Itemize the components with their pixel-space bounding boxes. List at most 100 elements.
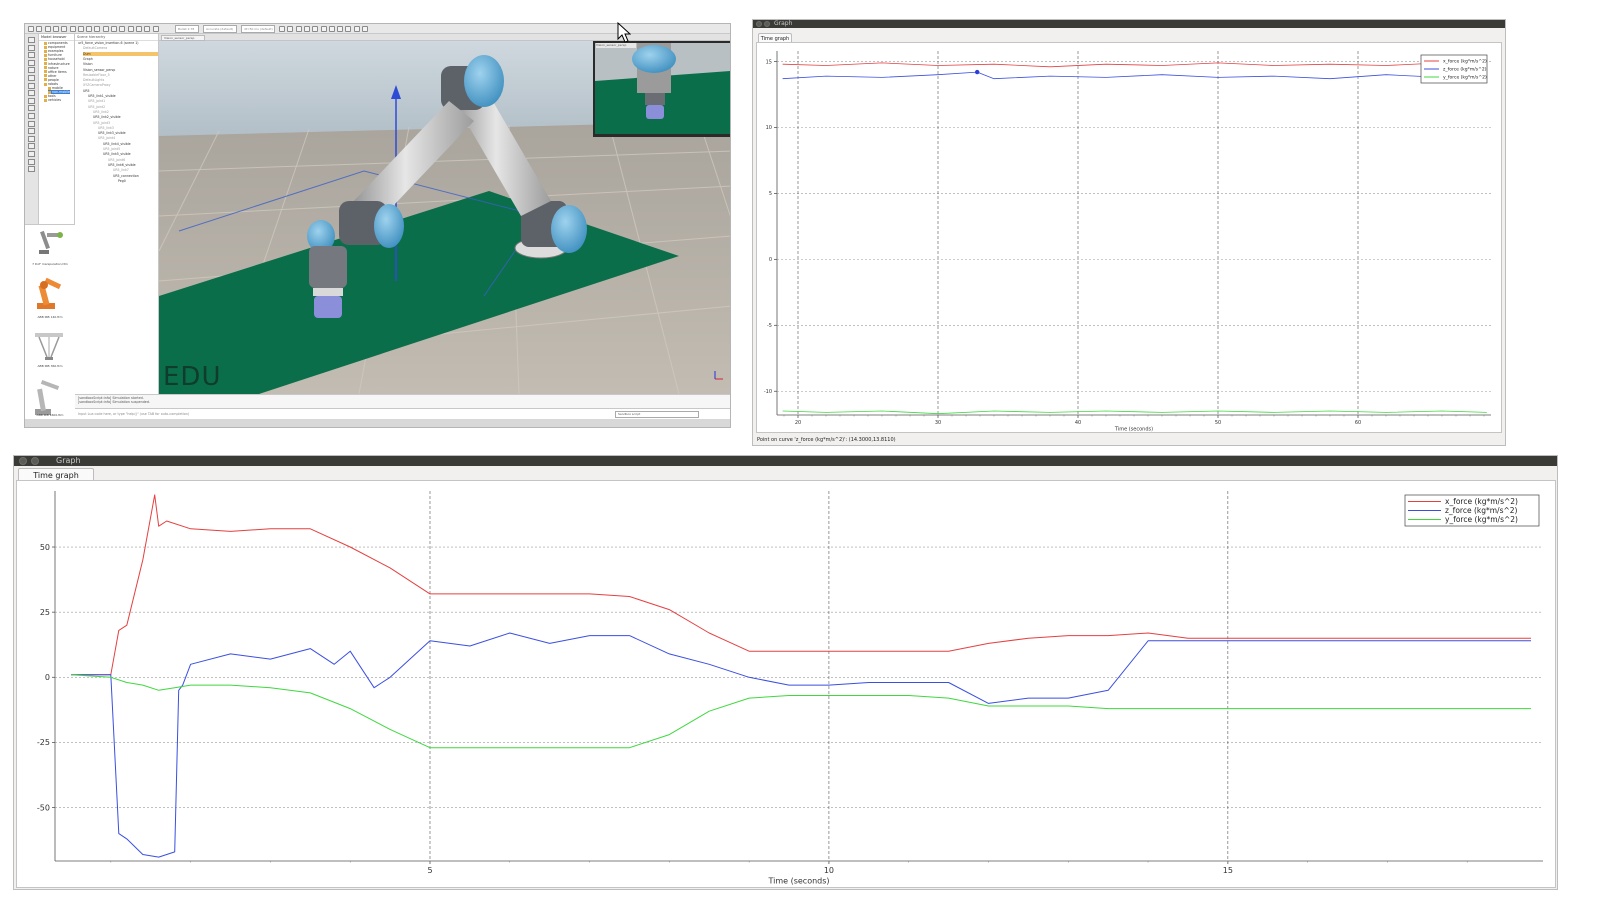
side-toolbar-button[interactable] — [28, 135, 35, 142]
side-toolbar-button[interactable] — [28, 75, 35, 81]
x-tick-label: 10 — [824, 866, 834, 875]
side-toolbar-button[interactable] — [28, 97, 35, 104]
toolbar-button[interactable] — [362, 26, 368, 32]
x-tick-label: 30 — [935, 420, 941, 426]
toolbar-button[interactable] — [77, 26, 84, 32]
toolbar-button[interactable] — [353, 26, 360, 32]
minimize-icon[interactable] — [31, 457, 39, 465]
toolbar-button[interactable] — [111, 26, 117, 32]
scene-object-item[interactable]: UR5_joint3 — [93, 121, 110, 125]
floating-vision-view — [593, 41, 730, 137]
side-toolbar-button[interactable] — [28, 143, 35, 150]
scene-object-item[interactable]: XYZCameraProxy — [83, 83, 111, 87]
scene-object-item[interactable]: Graph — [83, 57, 93, 61]
side-toolbar-button[interactable] — [28, 59, 35, 66]
side-toolbar-button[interactable] — [28, 120, 35, 127]
side-toolbar-button[interactable] — [28, 67, 35, 74]
toolbar-button[interactable] — [36, 26, 43, 32]
chart-large[interactable]: -50 -25 0 25 50 5 10 15 Time (seconds) x_force (k… — [17, 481, 1557, 889]
toolbar-dropdown[interactable]: dt=50 ms (default) — [241, 25, 275, 33]
side-toolbar-button[interactable] — [28, 113, 35, 119]
scene-object-item[interactable]: ResizableFloor_5 — [83, 73, 110, 77]
toolbar-button[interactable] — [303, 26, 310, 32]
x-tick-label: 20 — [795, 420, 801, 426]
scene-object-item[interactable]: UR5_link2 — [93, 110, 109, 114]
chart-small[interactable]: -10 -5 0 5 10 15 20 30 40 50 60 Time (seconds) x_for… — [757, 43, 1503, 434]
script-selector[interactable]: Sandbox script — [615, 411, 699, 418]
scene-object-item[interactable]: Dum — [83, 51, 158, 56]
scene-render — [159, 41, 730, 394]
toolbar-button[interactable] — [279, 26, 285, 32]
scene-object-item[interactable]: UR5_link3_visible — [98, 131, 126, 135]
toolbar-button[interactable] — [86, 26, 93, 32]
toolbar-button[interactable] — [345, 26, 352, 32]
scene-object-item[interactable]: UR5_joint4 — [98, 136, 115, 140]
side-toolbar-button[interactable] — [28, 151, 35, 157]
lua-command-input[interactable]: Input Lua code here, or type "help()" (u… — [78, 412, 189, 416]
side-toolbar-button[interactable] — [28, 37, 35, 43]
scene-object-item[interactable]: UR5_joint1 — [88, 99, 105, 103]
y-tick-label: 5 — [769, 191, 772, 197]
toolbar-button[interactable] — [337, 26, 344, 32]
toolbar-button[interactable] — [94, 26, 101, 32]
scene-object-item[interactable]: UR5_joint5 — [103, 147, 120, 151]
scene-object-item[interactable]: UR5_joint6 — [108, 158, 125, 162]
scene-object-item[interactable]: UR5_link5_visible — [103, 152, 131, 156]
scene-object-item[interactable]: UR5_link1_visible — [88, 94, 116, 98]
scene-object-item[interactable]: ur5_force_vision_insertion-6 (scene 1) — [78, 41, 138, 45]
toolbar-button[interactable] — [295, 26, 302, 32]
scene-object-item[interactable]: Peg0 — [118, 179, 126, 183]
scene-object-item[interactable]: UR5_link7 — [113, 168, 129, 172]
model-thumbnail-label: ABB IRB 140.ttm — [37, 315, 63, 319]
toolbar-button[interactable] — [69, 26, 76, 32]
toolbar-button[interactable] — [119, 26, 126, 32]
scene-viewport[interactable]: Vision_sensor_persp EDU — [159, 41, 730, 394]
scene-object-item[interactable]: UR5_link3 — [98, 126, 114, 130]
minimize-icon[interactable] — [764, 21, 770, 27]
scene-object-item[interactable]: UR5_link6_visible — [108, 163, 136, 167]
scene-object-item[interactable]: UR5 — [83, 89, 90, 93]
toolbar-button[interactable] — [102, 26, 109, 32]
side-toolbar-button[interactable] — [28, 128, 35, 135]
model-folder-item[interactable]: vehicles — [44, 98, 61, 102]
folder-icon — [44, 82, 47, 86]
side-toolbar-button[interactable] — [28, 166, 35, 173]
side-toolbar-button[interactable] — [28, 158, 35, 165]
graph-large-titlebar: Graph — [14, 456, 1557, 466]
folder-icon — [44, 74, 47, 78]
toolbar-button[interactable] — [135, 26, 142, 32]
scene-object-item[interactable]: Vision_sensor_persp — [83, 68, 115, 72]
legend-entry: z_force (kg*m/s^2) — [1443, 67, 1487, 73]
toolbar-button[interactable] — [28, 26, 34, 32]
model-thumbnails: 7 DoF manipulation.ttm ABB IRB 140.ttm ABB… — [25, 224, 75, 419]
toolbar-button[interactable] — [328, 26, 335, 32]
model-thumbnail-label: ABB IRB 1600.ttm — [36, 413, 64, 417]
side-toolbar-button[interactable] — [28, 44, 35, 51]
toolbar-button[interactable] — [44, 26, 51, 32]
close-icon[interactable] — [19, 457, 27, 465]
side-toolbar-button[interactable] — [28, 105, 35, 112]
toolbar-button[interactable] — [287, 26, 294, 32]
toolbar-button[interactable] — [61, 26, 68, 32]
close-icon[interactable] — [756, 21, 762, 27]
toolbar-button[interactable] — [144, 26, 151, 32]
model-thumbnail-images[interactable] — [25, 225, 75, 420]
scene-object-item[interactable]: DefaultLights — [83, 78, 104, 82]
toolbar-dropdown[interactable]: Bullet 2.78 — [175, 25, 199, 33]
toolbar-dropdown[interactable]: Accurate (default) — [203, 25, 237, 33]
scene-object-item[interactable]: UR5_joint2 — [88, 105, 105, 109]
toolbar-button[interactable] — [127, 26, 134, 32]
scene-object-item[interactable]: UR5_link2_visible — [93, 115, 121, 119]
scene-object-item[interactable]: UR5_connection — [113, 174, 139, 178]
scene-object-item[interactable]: Vision — [83, 62, 93, 66]
side-toolbar-button[interactable] — [28, 90, 35, 97]
scene-object-item[interactable]: UR5_link4_visible — [103, 142, 131, 146]
scene-object-item[interactable]: DefaultCamera — [83, 46, 107, 50]
y-tick-label: -10 — [764, 389, 772, 395]
toolbar-button[interactable] — [152, 26, 159, 32]
toolbar-button[interactable] — [52, 26, 59, 32]
toolbar-button[interactable] — [312, 26, 319, 32]
side-toolbar-button[interactable] — [28, 82, 35, 89]
side-toolbar-button[interactable] — [28, 52, 35, 59]
toolbar-button[interactable] — [320, 26, 327, 32]
